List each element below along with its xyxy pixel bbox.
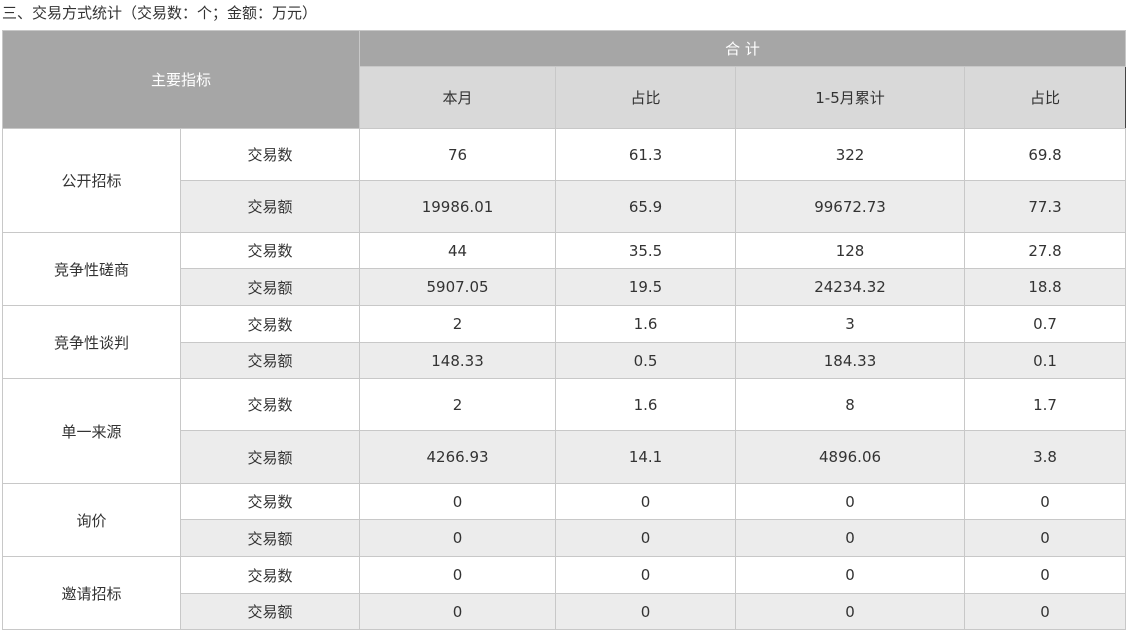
value-cell: 0 [735,519,966,557]
value-cell: 1.7 [964,378,1127,431]
metric-label: 交易数 [179,483,361,520]
value-cell: 0 [555,556,737,594]
metric-label: 交易额 [179,342,361,379]
value-cell: 4266.93 [359,430,557,484]
table-row: 竞争性谈判 交易数 2 1.6 3 0.7 [2,305,1127,379]
table-caption: 三、交易方式统计（交易数：个；金额：万元） [2,4,318,22]
column-header-share-month: 占比 [555,66,737,129]
group-label: 单一来源 [2,378,181,484]
total-header: 合 计 [359,30,1127,67]
group-label: 竞争性谈判 [2,305,181,379]
value-cell: 19986.01 [359,180,557,233]
group-label: 竞争性磋商 [2,232,181,306]
value-cell: 0 [964,556,1127,594]
main-indicator-header: 主要指标 [1,30,361,129]
value-cell: 3.8 [964,430,1127,484]
value-cell: 0 [735,593,966,630]
value-cell: 44 [359,232,557,269]
value-cell: 3 [735,305,966,343]
value-cell: 0 [964,519,1127,557]
metric-label: 交易额 [179,593,361,630]
value-cell: 0 [359,519,557,557]
value-cell: 8 [735,378,966,431]
value-cell: 2 [359,378,557,431]
column-header-share-cumulative: 占比 [964,66,1127,129]
group-label: 询价 [2,483,181,557]
value-cell: 0 [555,519,737,557]
value-cell: 0 [359,483,557,520]
value-cell: 322 [735,128,966,181]
table-row: 公开招标 交易数 76 61.3 322 69.8 [2,128,1127,233]
value-cell: 19.5 [555,268,737,306]
metric-label: 交易额 [179,430,361,484]
value-cell: 0 [359,556,557,594]
metric-label: 交易数 [179,128,361,181]
group-label: 公开招标 [2,128,181,233]
value-cell: 0 [555,483,737,520]
table-row: 邀请招标 交易数 0 0 0 0 [2,556,1127,630]
value-cell: 69.8 [964,128,1127,181]
value-cell: 4896.06 [735,430,966,484]
value-cell: 0 [359,593,557,630]
transaction-method-table: 主要指标 合 计 本月 占比 1-5月累计 占比 公开招标 交易数 76 61.… [1,30,1127,630]
value-cell: 148.33 [359,342,557,379]
value-cell: 0 [735,483,966,520]
value-cell: 61.3 [555,128,737,181]
value-cell: 99672.73 [735,180,966,233]
value-cell: 0.5 [555,342,737,379]
metric-label: 交易数 [179,556,361,594]
value-cell: 1.6 [555,378,737,431]
value-cell: 24234.32 [735,268,966,306]
column-header-this-month: 本月 [359,66,557,129]
metric-label: 交易数 [179,378,361,431]
value-cell: 0.1 [964,342,1127,379]
metric-label: 交易数 [179,305,361,343]
value-cell: 14.1 [555,430,737,484]
value-cell: 76 [359,128,557,181]
value-cell: 0 [964,593,1127,630]
value-cell: 1.6 [555,305,737,343]
value-cell: 77.3 [964,180,1127,233]
table-row: 竞争性磋商 交易数 44 35.5 128 27.8 [2,232,1127,306]
value-cell: 5907.05 [359,268,557,306]
table-row: 单一来源 交易数 2 1.6 8 1.7 [2,378,1127,484]
metric-label: 交易数 [179,232,361,269]
value-cell: 0 [964,483,1127,520]
value-cell: 27.8 [964,232,1127,269]
value-cell: 18.8 [964,268,1127,306]
value-cell: 65.9 [555,180,737,233]
value-cell: 0 [555,593,737,630]
header-row-top: 主要指标 合 计 [1,30,1127,129]
value-cell: 184.33 [735,342,966,379]
value-cell: 0.7 [964,305,1127,343]
value-cell: 128 [735,232,966,269]
table-row: 询价 交易数 0 0 0 0 [2,483,1127,557]
value-cell: 35.5 [555,232,737,269]
value-cell: 2 [359,305,557,343]
value-cell: 0 [735,556,966,594]
metric-label: 交易额 [179,519,361,557]
metric-label: 交易额 [179,268,361,306]
column-header-cumulative: 1-5月累计 [735,66,966,129]
group-label: 邀请招标 [2,556,181,630]
metric-label: 交易额 [179,180,361,233]
